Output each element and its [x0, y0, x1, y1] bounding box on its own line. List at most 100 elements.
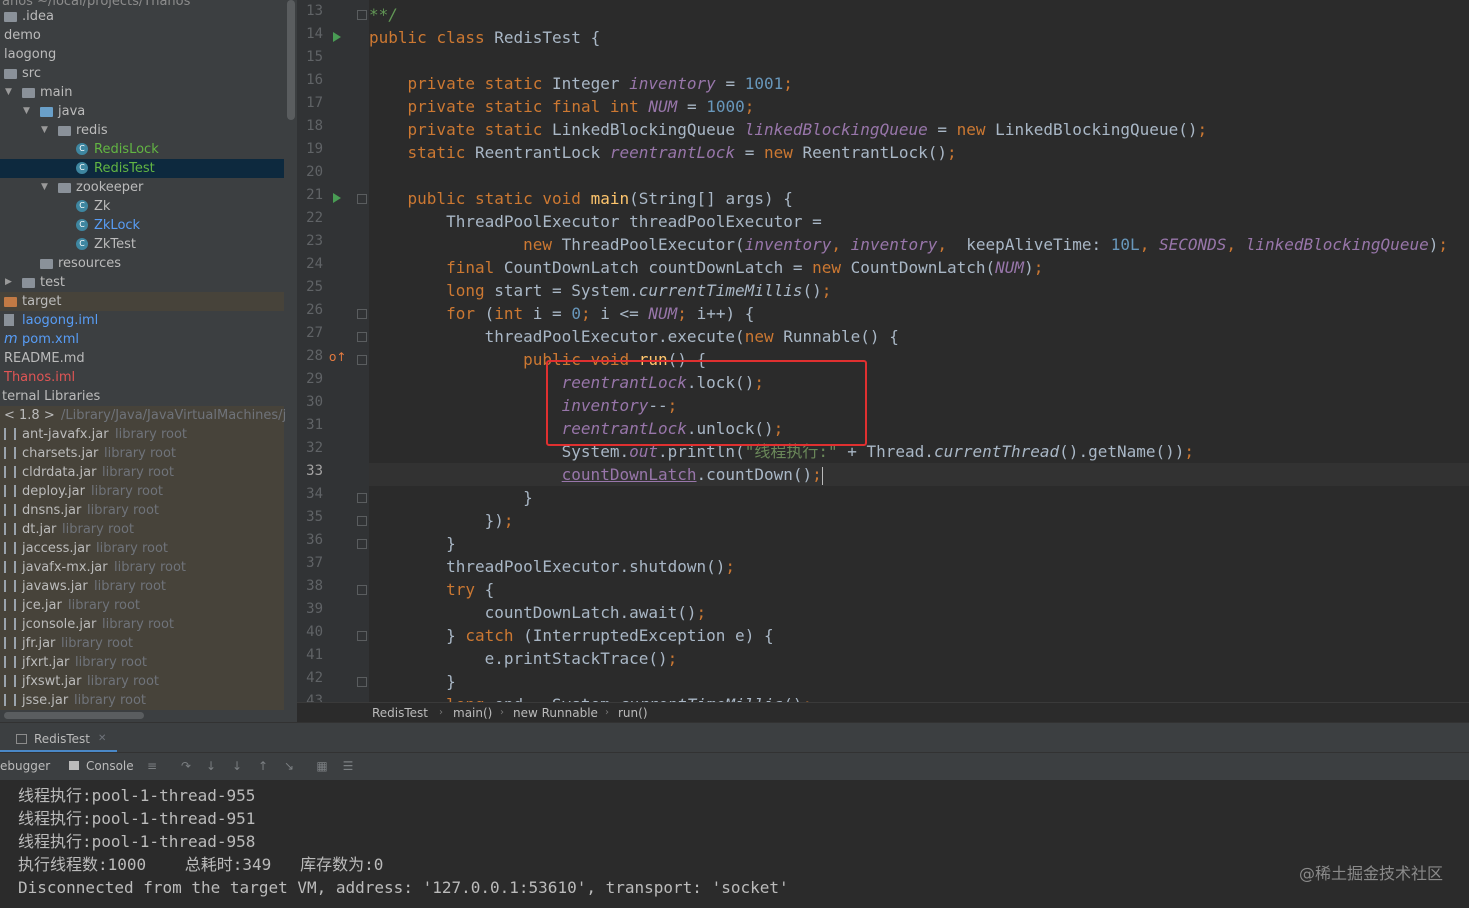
folder-icon	[40, 259, 53, 269]
tree-item[interactable]: C RedisLock	[0, 140, 284, 159]
fold-icon[interactable]	[357, 355, 367, 365]
chevron-right-icon[interactable]: ▶	[5, 273, 15, 292]
code-editor[interactable]: **/ public class RedisTest { private stat…	[369, 0, 1469, 702]
tree-item-label: charsets.jar	[22, 446, 99, 461]
run-main-icon[interactable]	[333, 193, 341, 203]
menu-icon[interactable]: ≡	[146, 760, 158, 772]
tree-item[interactable]: target	[0, 292, 284, 311]
tree-item[interactable]: .idea	[0, 7, 284, 26]
step-into-icon[interactable]: ↓	[205, 760, 217, 772]
tree-item[interactable]: m pom.xml	[0, 330, 284, 349]
tree-item-label: javaws.jar	[22, 579, 88, 594]
tree-item-hint: library root	[61, 636, 134, 651]
fold-icon[interactable]	[357, 539, 367, 549]
tree-item-hint: library root	[115, 427, 188, 442]
tree-item[interactable]: < 1.8 > /Library/Java/JavaVirtualMachines…	[0, 406, 286, 425]
tree-item[interactable]: ant-javafx.jar library root	[0, 425, 284, 444]
breadcrumb-method[interactable]: main()	[453, 703, 492, 723]
line-number: 13	[306, 3, 323, 19]
tree-item[interactable]: charsets.jar library root	[0, 444, 284, 463]
line-number: 39	[306, 601, 323, 617]
run-class-icon[interactable]	[333, 32, 341, 42]
tree-item[interactable]: ternal Libraries	[0, 387, 284, 406]
override-method-icon[interactable]: o↑	[329, 350, 346, 364]
breadcrumb-anon-class[interactable]: new Runnable	[513, 703, 598, 723]
tree-item[interactable]: C ZkTest	[0, 235, 284, 254]
tree-item[interactable]: jaccess.jar library root	[0, 539, 284, 558]
line-number: 16	[306, 72, 323, 88]
console-tab[interactable]: Console	[86, 759, 134, 773]
debugger-tab[interactable]: ebugger	[0, 759, 50, 773]
jar-icon	[4, 656, 16, 668]
chevron-down-icon[interactable]: ▼	[41, 178, 51, 197]
tree-item[interactable]: README.md	[0, 349, 284, 368]
tree-item[interactable]: dt.jar library root	[0, 520, 284, 539]
tree-item[interactable]: jfxswt.jar library root	[0, 672, 284, 691]
java-class-icon: C	[76, 143, 88, 155]
line-number: 34	[306, 486, 323, 502]
tree-item[interactable]: src	[0, 64, 284, 83]
close-icon[interactable]: ✕	[98, 727, 106, 751]
tree-item-label: ternal Libraries	[2, 389, 101, 404]
fold-icon[interactable]	[357, 516, 367, 526]
step-over-icon[interactable]: ↷	[180, 760, 192, 772]
tree-item[interactable]: jfxrt.jar library root	[0, 653, 284, 672]
line-number: 30	[306, 394, 323, 410]
fold-icon[interactable]	[357, 677, 367, 687]
run-tab-redistest[interactable]: RedisTest ✕	[0, 727, 117, 753]
fold-icon[interactable]	[357, 10, 367, 20]
jar-icon	[4, 599, 16, 611]
tree-item-label: redis	[76, 123, 108, 138]
breadcrumb-class[interactable]: RedisTest	[372, 703, 428, 723]
line-number: 15	[306, 49, 323, 65]
tree-item[interactable]: demo	[0, 26, 284, 45]
settings-list-icon[interactable]: ☰	[342, 760, 354, 772]
code-line: countDownLatch.await();	[369, 603, 707, 622]
code-line: static ReentrantLock reentrantLock = new…	[407, 143, 957, 162]
tree-item[interactable]: ▼ zookeeper	[0, 178, 284, 197]
chevron-down-icon[interactable]: ▼	[41, 121, 51, 140]
fold-icon[interactable]	[357, 631, 367, 641]
tree-item[interactable]: javaws.jar library root	[0, 577, 284, 596]
tree-item[interactable]: jfr.jar library root	[0, 634, 284, 653]
tree-item[interactable]: laogong	[0, 45, 284, 64]
tree-item-label: java	[58, 104, 86, 119]
tree-item[interactable]: javafx-mx.jar library root	[0, 558, 284, 577]
console-output[interactable]: 线程执行:pool-1-thread-955 线程执行:pool-1-threa…	[0, 780, 1469, 908]
evaluate-icon[interactable]: ▦	[316, 760, 328, 772]
fold-icon[interactable]	[357, 585, 367, 595]
tree-item[interactable]: cldrdata.jar library root	[0, 463, 284, 482]
tree-item[interactable]: jce.jar library root	[0, 596, 284, 615]
tree-item[interactable]: deploy.jar library root	[0, 482, 284, 501]
project-horizontal-scrollbar[interactable]	[4, 712, 144, 719]
tree-item-hint: library root	[75, 655, 148, 670]
force-step-into-icon[interactable]: ↓	[231, 760, 243, 772]
chevron-down-icon[interactable]: ▼	[5, 83, 15, 102]
fold-icon[interactable]	[357, 493, 367, 503]
tree-item-label: .idea	[22, 9, 54, 24]
tree-item[interactable]: dnsns.jar library root	[0, 501, 284, 520]
tree-item[interactable]: ▼ java	[0, 102, 284, 121]
tree-item[interactable]: ▼ main	[0, 83, 284, 102]
chevron-down-icon[interactable]: ▼	[23, 102, 33, 121]
editor-gutter: 13 14 15 16 17 18 19 20 21 22 23 24 25 26 27 28 29 30 31 32…	[297, 0, 369, 709]
tree-item[interactable]: Thanos.iml	[0, 368, 284, 387]
run-to-cursor-icon[interactable]: ↘	[283, 760, 295, 772]
tree-item[interactable]: jsse.jar library root	[0, 691, 284, 710]
fold-icon[interactable]	[357, 309, 367, 319]
step-out-icon[interactable]: ↑	[257, 760, 269, 772]
tree-item[interactable]: C RedisTest	[0, 159, 284, 178]
tree-item[interactable]: ▶ test	[0, 273, 284, 292]
tree-item[interactable]: laogong.iml	[0, 311, 284, 330]
jar-icon	[4, 542, 16, 554]
tree-item[interactable]: ▼ redis	[0, 121, 284, 140]
fold-icon[interactable]	[357, 194, 367, 204]
fold-icon[interactable]	[357, 332, 367, 342]
tree-item[interactable]: C Zk	[0, 197, 284, 216]
breadcrumb-run[interactable]: run()	[618, 703, 648, 723]
tree-item[interactable]: C ZkLock	[0, 216, 284, 235]
tree-item[interactable]: jconsole.jar library root	[0, 615, 284, 634]
tree-item-hint: library root	[102, 617, 175, 632]
tree-item[interactable]: resources	[0, 254, 284, 273]
project-vertical-scrollbar[interactable]	[287, 0, 295, 120]
